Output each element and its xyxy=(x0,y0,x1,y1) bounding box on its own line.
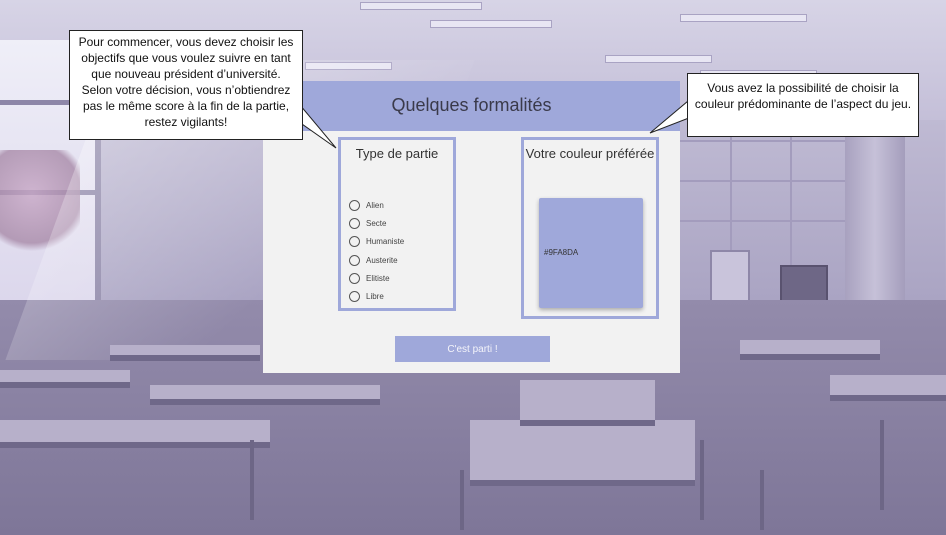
radio-label: Alien xyxy=(366,200,384,210)
color-title: Votre couleur préférée xyxy=(525,146,655,161)
table xyxy=(110,345,260,361)
radio-option-humaniste[interactable]: Humaniste xyxy=(349,233,404,251)
radio-label: Libre xyxy=(366,292,384,302)
table xyxy=(0,370,130,388)
table xyxy=(0,420,270,448)
callout-left-text: Pour commencer, vous devez choisir les o… xyxy=(78,35,294,129)
game-type-options: Alien Secte Humaniste Austerite Elitiste… xyxy=(349,196,404,306)
radio-label: Secte xyxy=(366,218,387,228)
color-picker-swatch[interactable]: #9FA8DA xyxy=(539,198,643,308)
table xyxy=(830,375,946,401)
radio-button[interactable] xyxy=(349,272,360,284)
color-panel: Votre couleur préférée #9FA8DA xyxy=(521,137,659,319)
radio-option-elitiste[interactable]: Elitiste xyxy=(349,269,404,287)
table xyxy=(150,385,380,405)
game-type-title: Type de partie xyxy=(355,146,439,161)
radio-button[interactable] xyxy=(349,199,360,211)
radio-option-austerite[interactable]: Austerite xyxy=(349,251,404,269)
radio-button[interactable] xyxy=(349,254,360,266)
start-button[interactable]: C'est parti ! xyxy=(395,336,550,362)
radio-button[interactable] xyxy=(349,217,360,229)
radio-option-alien[interactable]: Alien xyxy=(349,196,404,214)
radio-option-secte[interactable]: Secte xyxy=(349,214,404,232)
table xyxy=(470,420,695,486)
ceiling-light xyxy=(680,14,807,22)
table xyxy=(740,340,880,360)
tutorial-callout-left: Pour commencer, vous devez choisir les o… xyxy=(69,30,303,140)
tutorial-callout-right: Vous avez la possibilité de choisir la c… xyxy=(687,73,919,137)
callout-right-text: Vous avez la possibilité de choisir la c… xyxy=(694,81,912,111)
ceiling-light xyxy=(360,2,482,10)
ceiling-light xyxy=(430,20,552,28)
table xyxy=(520,380,655,426)
radio-label: Humaniste xyxy=(366,237,405,247)
radio-label: Austerite xyxy=(366,255,398,265)
radio-label: Elitiste xyxy=(366,273,390,283)
ceiling-light xyxy=(605,55,712,63)
radio-button[interactable] xyxy=(349,291,360,303)
game-type-panel: Type de partie Alien Secte Humaniste Aus… xyxy=(338,137,456,311)
radio-button[interactable] xyxy=(349,236,360,248)
color-hex-value: #9FA8DA xyxy=(544,248,579,257)
radio-option-libre[interactable]: Libre xyxy=(349,287,404,305)
